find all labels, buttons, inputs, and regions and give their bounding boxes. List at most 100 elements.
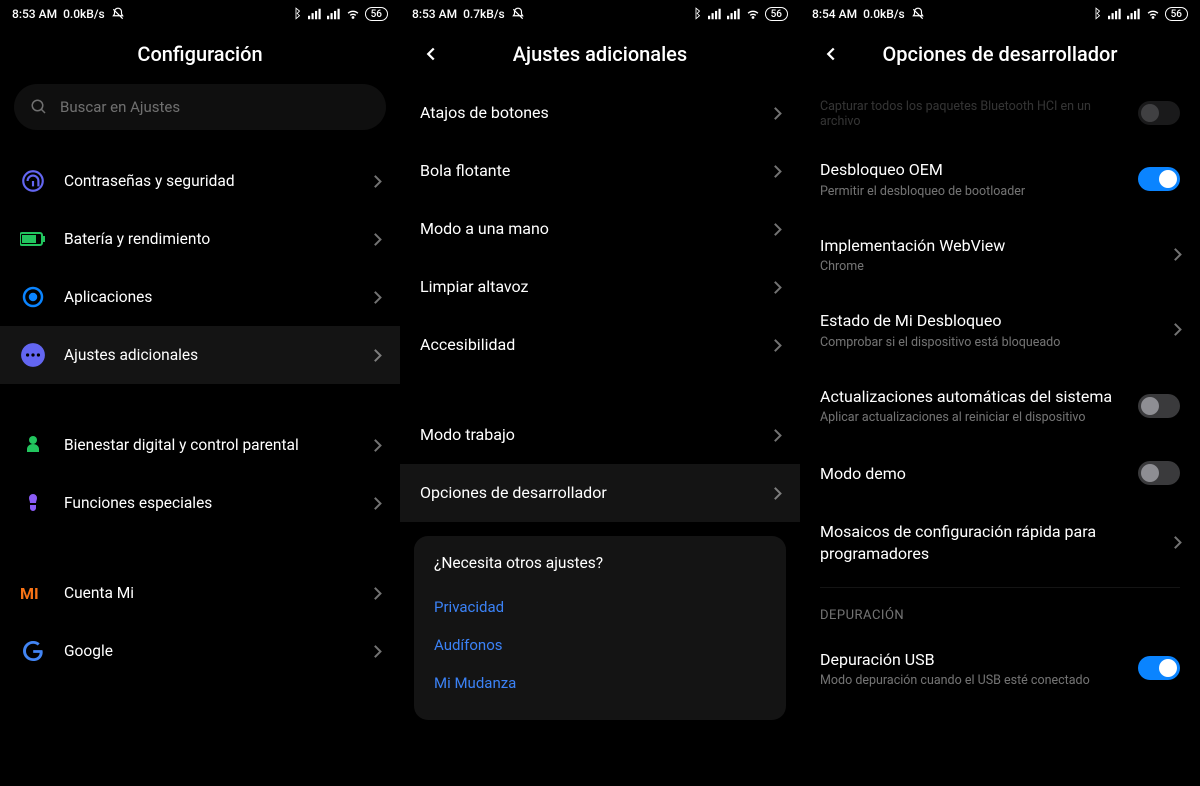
chevron-right-icon (369, 349, 382, 362)
back-button[interactable] (820, 43, 842, 65)
status-time: 8:53 AM (12, 7, 57, 21)
item-label: Mosaicos de configuración rápida para pr… (820, 521, 1153, 564)
chevron-right-icon (369, 233, 382, 246)
item-label: Limpiar altavoz (420, 276, 753, 298)
battery-level: 56 (365, 7, 388, 21)
mi-icon: MI (20, 580, 46, 606)
fingerprint-icon (20, 168, 46, 194)
item-label: Capturar todos los paquetes Bluetooth HC… (820, 99, 1120, 129)
settings-item[interactable]: Batería y rendimiento (0, 210, 400, 268)
item-label: Contraseñas y seguridad (64, 171, 353, 192)
item-subtext: Modo depuración cuando el USB esté conec… (820, 673, 1120, 688)
item-label: Funciones especiales (64, 493, 353, 514)
signal-icon (708, 7, 722, 21)
toggle-switch[interactable] (1138, 656, 1180, 680)
chevron-right-icon (369, 645, 382, 658)
item-label: Batería y rendimiento (64, 229, 353, 250)
settings-item[interactable]: Modo trabajo (400, 406, 800, 464)
card-link[interactable]: Privacidad (434, 588, 766, 626)
settings-item[interactable]: Actualizaciones automáticas del sistemaA… (800, 368, 1200, 444)
chevron-right-icon (769, 223, 782, 236)
header: Opciones de desarrollador (800, 28, 1200, 84)
item-label: Implementación WebView (820, 235, 1153, 257)
google-icon (20, 638, 46, 664)
chevron-right-icon (1169, 324, 1182, 337)
settings-list: Capturar todos los paquetes Bluetooth HC… (800, 84, 1200, 786)
item-label: Opciones de desarrollador (420, 482, 753, 504)
settings-item[interactable]: Ajustes adicionales (0, 326, 400, 384)
bluetooth-icon (689, 7, 703, 21)
toggle-switch[interactable] (1138, 167, 1180, 191)
chevron-right-icon (369, 497, 382, 510)
settings-item[interactable]: Accesibilidad (400, 316, 800, 374)
bluetooth-icon (289, 7, 303, 21)
item-label: Depuración USB (820, 649, 1120, 671)
status-speed: 0.7kB/s (463, 7, 505, 21)
settings-item-usb-debug[interactable]: Depuración USB Modo depuración cuando el … (800, 631, 1200, 707)
settings-item[interactable]: Modo a una mano (400, 200, 800, 258)
item-subtext: Chrome (820, 259, 1153, 274)
toggle-switch[interactable] (1138, 101, 1180, 125)
status-bar: 8:53 AM 0.0kB/s 56 (0, 0, 400, 28)
item-label: Ajustes adicionales (64, 345, 353, 366)
settings-item[interactable]: Desbloqueo OEMPermitir el desbloqueo de … (800, 141, 1200, 217)
chevron-right-icon (369, 175, 382, 188)
section-label: DEPURACIÓN (800, 592, 1200, 631)
settings-item[interactable]: MI Cuenta Mi (0, 564, 400, 622)
item-label: Aplicaciones (64, 287, 353, 308)
mute-icon (111, 7, 125, 21)
search-placeholder: Buscar en Ajustes (60, 98, 180, 116)
card-link[interactable]: Mi Mudanza (434, 664, 766, 702)
toggle-switch[interactable] (1138, 394, 1180, 418)
status-time: 8:53 AM (412, 7, 457, 21)
item-label: Atajos de botones (420, 102, 753, 124)
chevron-left-icon (420, 43, 442, 65)
header: Ajustes adicionales (400, 28, 800, 84)
chevron-right-icon (769, 107, 782, 120)
status-bar: 8:53 AM 0.7kB/s 56 (400, 0, 800, 28)
settings-item[interactable]: Google (0, 622, 400, 680)
signal-icon (308, 7, 322, 21)
special-icon (20, 490, 46, 516)
battery-level: 56 (765, 7, 788, 21)
item-label: Actualizaciones automáticas del sistema (820, 386, 1120, 408)
panel-configuracion: 8:53 AM 0.0kB/s 56 Configuración Buscar … (0, 0, 400, 786)
signal-icon (727, 7, 741, 21)
signal-icon (1108, 7, 1122, 21)
settings-item[interactable]: Mosaicos de configuración rápida para pr… (800, 503, 1200, 582)
chevron-right-icon (769, 165, 782, 178)
header: Configuración (0, 28, 400, 84)
card-link[interactable]: Audífonos (434, 626, 766, 664)
settings-item[interactable]: Bola flotante (400, 142, 800, 200)
wifi-icon (746, 7, 760, 21)
settings-item[interactable]: Bienestar digital y control parental (0, 416, 400, 474)
card-title: ¿Necesita otros ajustes? (434, 554, 766, 572)
settings-item[interactable]: Estado de Mi DesbloqueoComprobar si el d… (800, 292, 1200, 368)
item-label: Cuenta Mi (64, 583, 353, 604)
settings-item[interactable]: Funciones especiales (0, 474, 400, 532)
item-label: Bola flotante (420, 160, 753, 182)
chevron-right-icon (769, 281, 782, 294)
chevron-right-icon (769, 429, 782, 442)
back-button[interactable] (420, 43, 442, 65)
item-label: Modo trabajo (420, 424, 753, 446)
settings-list: Atajos de botones Bola flotante Modo a u… (400, 84, 800, 786)
settings-item[interactable]: Limpiar altavoz (400, 258, 800, 316)
search-icon (30, 98, 48, 116)
mute-icon (911, 7, 925, 21)
wifi-icon (1146, 7, 1160, 21)
settings-item[interactable]: Contraseñas y seguridad (0, 152, 400, 210)
settings-item[interactable]: Modo demo (800, 443, 1200, 503)
toggle-switch[interactable] (1138, 461, 1180, 485)
chevron-left-icon (820, 43, 842, 65)
other-settings-card: ¿Necesita otros ajustes? PrivacidadAudífo… (414, 536, 786, 720)
settings-item[interactable]: Aplicaciones (0, 268, 400, 326)
search-input[interactable]: Buscar en Ajustes (14, 84, 386, 130)
settings-item[interactable]: Implementación WebView Chrome (800, 217, 1200, 293)
item-label: Google (64, 641, 353, 662)
chevron-right-icon (369, 291, 382, 304)
item-label: Desbloqueo OEM (820, 159, 1120, 181)
settings-item[interactable]: Atajos de botones (400, 84, 800, 142)
settings-item[interactable]: Opciones de desarrollador (400, 464, 800, 522)
status-speed: 0.0kB/s (63, 7, 105, 21)
